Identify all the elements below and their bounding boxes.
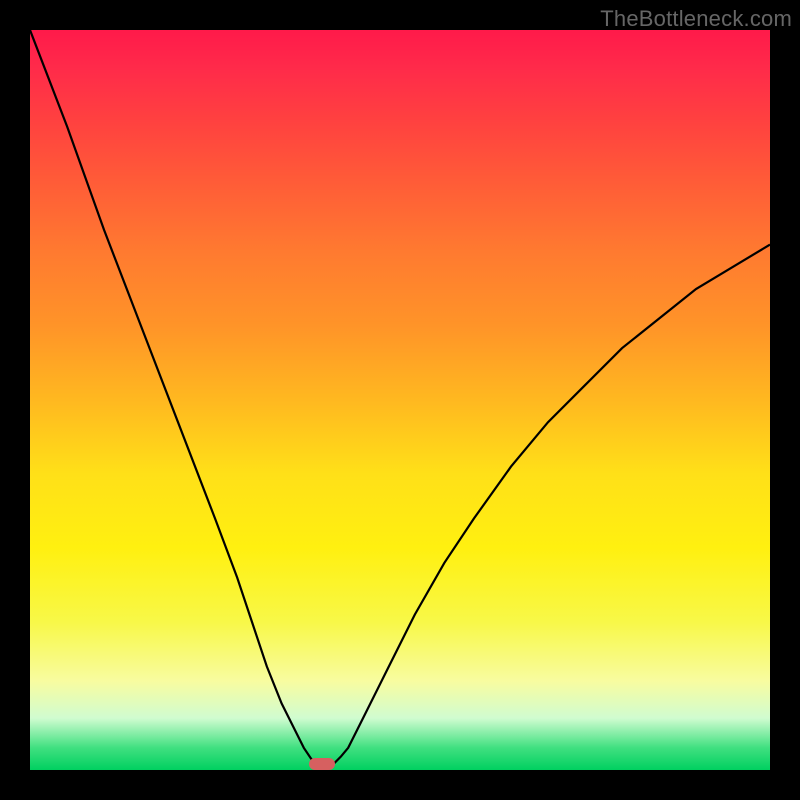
bottleneck-curve (30, 30, 770, 767)
plot-area (30, 30, 770, 770)
bottleneck-curve-svg (30, 30, 770, 770)
optimal-marker (309, 758, 335, 770)
watermark-text: TheBottleneck.com (600, 6, 792, 32)
